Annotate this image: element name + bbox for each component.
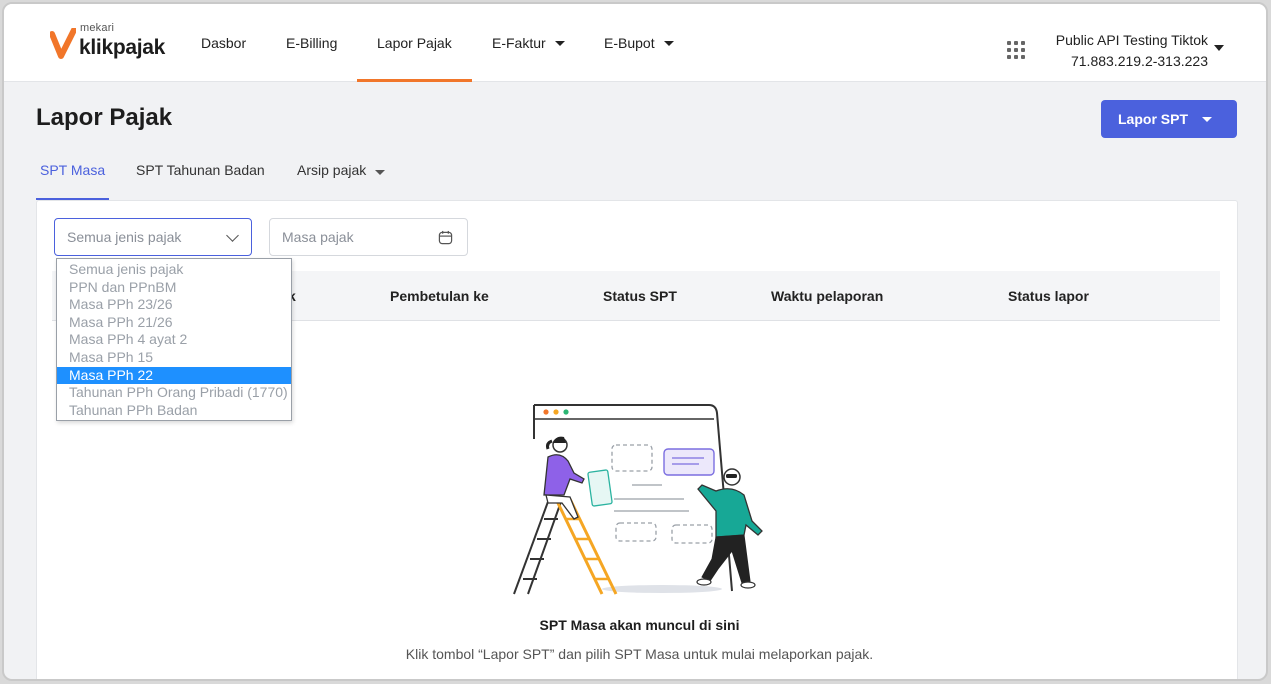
chevron-down-icon — [554, 40, 565, 46]
dropdown-option[interactable]: PPN dan PPnBM — [57, 279, 291, 297]
tab-spt-tahunan-badan[interactable]: SPT Tahunan Badan — [136, 162, 265, 198]
nav-item-dasbor[interactable]: Dasbor — [201, 4, 246, 82]
account-name: Public API Testing Tiktok — [1055, 32, 1208, 48]
klikpajak-logo[interactable]: mekari klikpajak — [50, 22, 165, 60]
chevron-down-icon[interactable] — [1214, 45, 1224, 51]
dropdown-option[interactable]: Tahunan PPh Orang Pribadi (1770) — [57, 384, 291, 402]
table-header-cell: Status SPT — [603, 288, 677, 304]
nav-item-e-billing[interactable]: E-Billing — [286, 4, 337, 82]
nav-item-lapor-pajak[interactable]: Lapor Pajak — [357, 4, 472, 82]
tab-spt-masa[interactable]: SPT Masa — [35, 162, 110, 200]
nav-item-e-faktur[interactable]: E-Faktur — [492, 4, 565, 82]
tax-type-select[interactable]: Semua jenis pajak — [54, 218, 252, 256]
table-header-cell: Pembetulan ke — [390, 288, 489, 304]
dropdown-option[interactable]: Masa PPh 23/26 — [57, 296, 291, 314]
chevron-down-icon — [663, 40, 674, 46]
lapor-spt-button[interactable]: Lapor SPT — [1101, 100, 1237, 138]
account-switcher[interactable]: Public API Testing Tiktok 71.883.219.2-3… — [1056, 30, 1208, 72]
table-header-cell: Waktu pelaporan — [771, 288, 884, 304]
empty-state-illustration — [513, 404, 763, 595]
chevron-down-icon — [375, 170, 386, 175]
chevron-down-icon — [226, 229, 239, 242]
empty-state-description: Klik tombol “Lapor SPT” dan pilih SPT Ma… — [405, 646, 874, 662]
account-npwp: 71.883.219.2-313.223 — [1070, 53, 1208, 69]
table-header-cell: Status lapor — [1008, 288, 1089, 304]
top-navigation: mekari klikpajak Dasbor E-Billing Lapor … — [4, 4, 1266, 82]
apps-grid-icon[interactable] — [1007, 41, 1025, 59]
nav-item-e-bupot[interactable]: E-Bupot — [604, 4, 674, 82]
dropdown-option[interactable]: Masa PPh 21/26 — [57, 314, 291, 332]
dropdown-option[interactable]: Semua jenis pajak — [57, 261, 291, 279]
dropdown-option-highlighted[interactable]: Masa PPh 22 — [57, 366, 291, 385]
dropdown-option[interactable]: Masa PPh 4 ayat 2 — [57, 331, 291, 349]
app-window: mekari klikpajak Dasbor E-Billing Lapor … — [2, 2, 1268, 681]
page-title: Lapor Pajak — [36, 104, 173, 131]
tax-type-dropdown-list: Semua jenis pajak PPN dan PPnBM Masa PPh… — [56, 258, 292, 421]
chevron-down-icon — [1202, 116, 1213, 122]
dropdown-option[interactable]: Masa PPh 15 — [57, 349, 291, 367]
klikpajak-logo-icon — [50, 28, 76, 59]
empty-state-title: SPT Masa akan muncul di sini — [539, 617, 740, 633]
tax-period-input[interactable]: Masa pajak — [269, 218, 468, 256]
tab-arsip-pajak[interactable]: Arsip pajak — [297, 162, 386, 198]
logo-mekari-text: mekari — [80, 22, 115, 34]
calendar-icon — [438, 230, 453, 245]
dropdown-option[interactable]: Tahunan PPh Badan — [57, 402, 291, 420]
